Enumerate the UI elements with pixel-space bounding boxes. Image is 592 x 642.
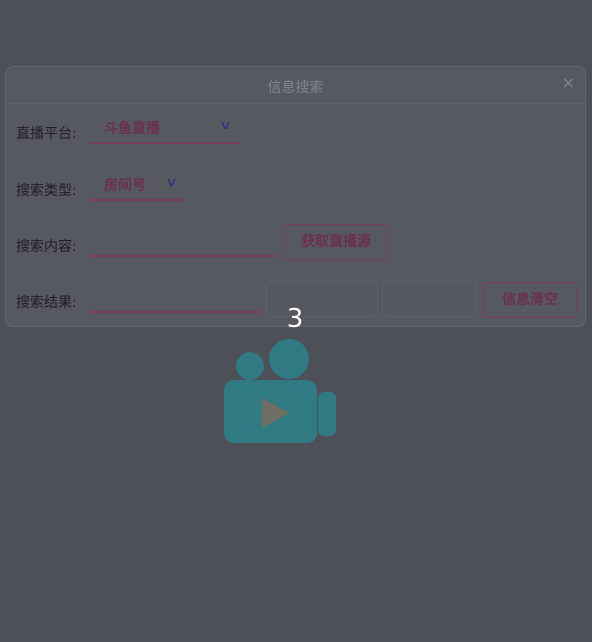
dialog-header: 信息搜索 × [6,67,585,104]
video-camera-icon [224,339,336,443]
close-icon[interactable]: × [562,74,575,92]
search-dialog: 信息搜索 × 直播平台: 斗鱼直播 v 搜索类型: 房间号 v 搜索内容: 获取… [5,66,586,327]
search-result-input[interactable] [90,283,261,313]
search-content-row: 搜索内容: 获取直播源 [16,224,576,263]
faded-button-2[interactable] [382,281,476,317]
search-content-input[interactable] [90,227,277,257]
search-type-row: 搜索类型: 房间号 v [16,171,576,207]
get-source-button[interactable]: 获取直播源 [282,224,390,260]
countdown-number: 3 [286,304,304,334]
chevron-down-icon: v [220,118,231,132]
platform-label: 直播平台: [16,126,77,142]
search-content-label: 搜索内容: [16,239,77,255]
clear-info-button[interactable]: 信息清空 [483,282,577,318]
search-type-label: 搜索类型: [16,183,77,199]
chevron-down-icon: v [166,175,177,189]
platform-select[interactable]: 斗鱼直播 v [90,114,241,144]
platform-select-value: 斗鱼直播 [104,121,160,137]
dialog-title: 信息搜索 [267,80,324,96]
platform-row: 直播平台: 斗鱼直播 v [16,114,576,150]
search-result-label: 搜索结果: [16,295,77,311]
search-type-select-value: 房间号 [104,178,146,194]
search-type-select[interactable]: 房间号 v [90,171,187,201]
